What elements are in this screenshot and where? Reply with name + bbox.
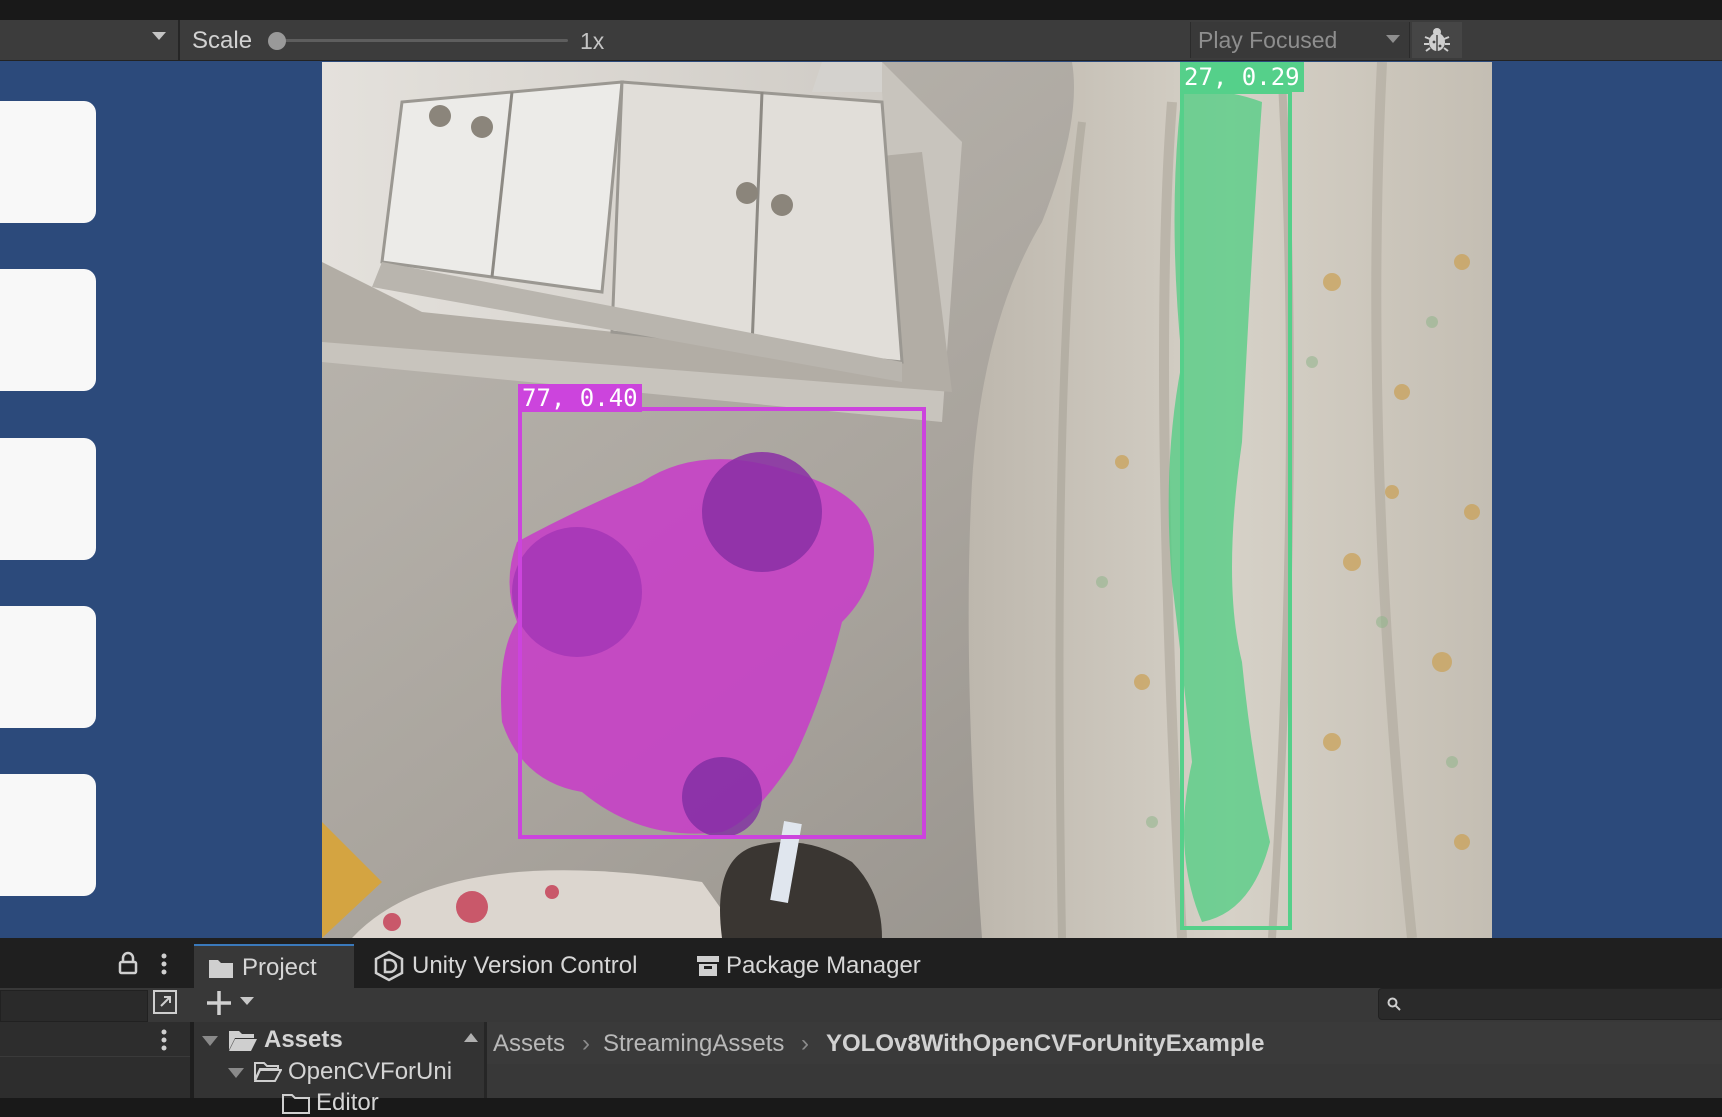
version-control-icon [374, 950, 404, 982]
folder-icon [282, 1094, 310, 1114]
scroll-up-arrow-icon[interactable] [464, 1033, 478, 1042]
ui-button-card[interactable] [0, 101, 96, 223]
project-search-input[interactable] [1378, 988, 1722, 1020]
tab-unity-version-control[interactable]: Unity Version Control [368, 944, 668, 988]
scale-slider-handle[interactable] [268, 32, 286, 50]
breadcrumb-item-current[interactable]: YOLOv8WithOpenCVForUnityExample [826, 1030, 1265, 1058]
bug-icon [1424, 28, 1450, 52]
search-icon [1387, 997, 1401, 1011]
tree-item-label[interactable]: Assets [264, 1026, 343, 1054]
breadcrumb-separator-icon: › [582, 1030, 590, 1057]
folder-open-icon [254, 1062, 282, 1082]
tree-item-label[interactable]: Editor [316, 1089, 379, 1117]
package-icon [697, 956, 719, 976]
camera-feed: 77, 0.40 27, 0.29 [322, 62, 1492, 938]
lock-icon[interactable] [118, 951, 138, 975]
scale-slider-track[interactable] [278, 39, 568, 42]
folder-open-icon [229, 1031, 257, 1051]
tab-package-manager[interactable]: Package Manager [694, 944, 954, 988]
maximize-icon[interactable] [152, 989, 178, 1015]
tab-project[interactable]: Project [194, 944, 354, 990]
tab-label: Project [242, 954, 317, 981]
asset-list [487, 1064, 1722, 1098]
breadcrumb: Assets › StreamingAssets › YOLOv8WithOpe… [487, 1022, 1722, 1064]
breadcrumb-separator-icon: › [801, 1030, 809, 1057]
hierarchy-search-field[interactable] [0, 990, 148, 1022]
breadcrumb-item[interactable]: Assets [493, 1030, 565, 1058]
ui-button-card[interactable] [0, 606, 96, 728]
expand-triangle-icon[interactable] [202, 1036, 218, 1046]
camera-image [322, 62, 1492, 938]
more-options-icon[interactable] [160, 1028, 168, 1052]
scale-label: Scale [192, 27, 253, 54]
display-dropdown-arrow-icon[interactable] [152, 32, 166, 40]
ui-button-card[interactable] [0, 774, 96, 896]
row-divider [0, 1056, 190, 1057]
more-options-icon[interactable] [160, 952, 168, 976]
toolbar-separator [178, 20, 180, 60]
scale-value: 1x [580, 28, 605, 54]
detection-label: 77, 0.40 [522, 384, 638, 412]
ui-button-card[interactable] [0, 269, 96, 391]
tab-label: Package Manager [726, 952, 921, 979]
game-view-toolbar [0, 20, 1722, 61]
tab-label: Unity Version Control [412, 952, 638, 979]
folder-icon [209, 960, 233, 978]
breadcrumb-item[interactable]: StreamingAssets [603, 1030, 784, 1058]
title-strip [0, 0, 1722, 20]
detection-label-badge: 27, 0.29 [1180, 62, 1304, 92]
tree-item-label[interactable]: OpenCVForUni [288, 1058, 452, 1086]
ui-button-card[interactable] [0, 438, 96, 560]
detection-label-badge: 77, 0.40 [518, 384, 642, 412]
bug-report-button[interactable] [1412, 22, 1462, 58]
add-asset-button[interactable] [204, 988, 234, 1018]
folder-tree: Assets OpenCVForUni Editor [194, 1022, 484, 1116]
expand-triangle-icon[interactable] [228, 1068, 244, 1078]
play-mode-label: Play Focused [1198, 27, 1338, 53]
play-mode-chevron-icon[interactable] [1386, 35, 1400, 43]
add-dropdown-arrow-icon[interactable] [240, 997, 254, 1005]
detection-label: 27, 0.29 [1184, 63, 1300, 91]
